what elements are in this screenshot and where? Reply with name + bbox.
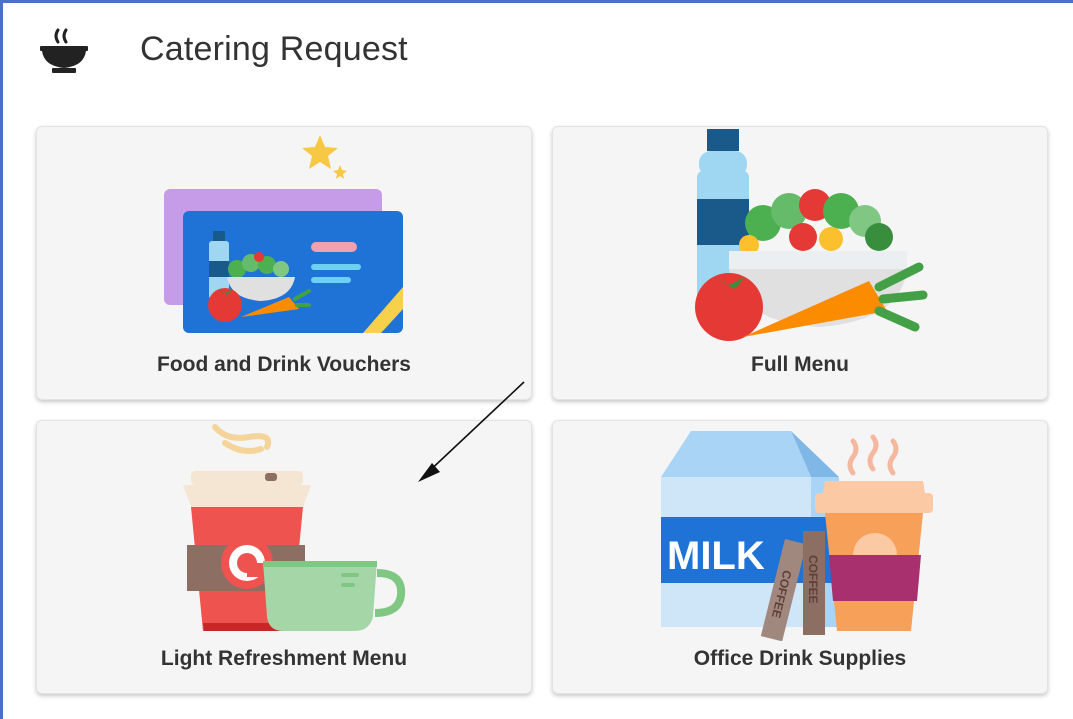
voucher-card-icon (164, 135, 403, 333)
coffee-stick-text: COFFEE (806, 555, 820, 604)
tile-full-menu[interactable]: Full Menu (552, 126, 1048, 400)
bowl-icon (40, 28, 88, 73)
tile-label: Food and Drink Vouchers (157, 353, 411, 376)
tile-label: Office Drink Supplies (693, 647, 907, 670)
milk-carton-icon: MILK COFFEE COFFEE (661, 431, 933, 641)
tile-office-drink-supplies[interactable]: MILK COFFEE COFFEE Office Drink Supplies (552, 420, 1048, 694)
tile-food-and-drink-vouchers[interactable]: Food and Drink Vouchers (36, 126, 532, 400)
salad-bottle-icon (695, 129, 928, 341)
page-title: Catering Request (140, 30, 408, 68)
carton-text: MILK (667, 534, 765, 578)
annotation-arrow (418, 381, 525, 482)
tile-label: Light Refreshment Menu (160, 647, 408, 670)
tile-label: Full Menu (751, 353, 849, 376)
